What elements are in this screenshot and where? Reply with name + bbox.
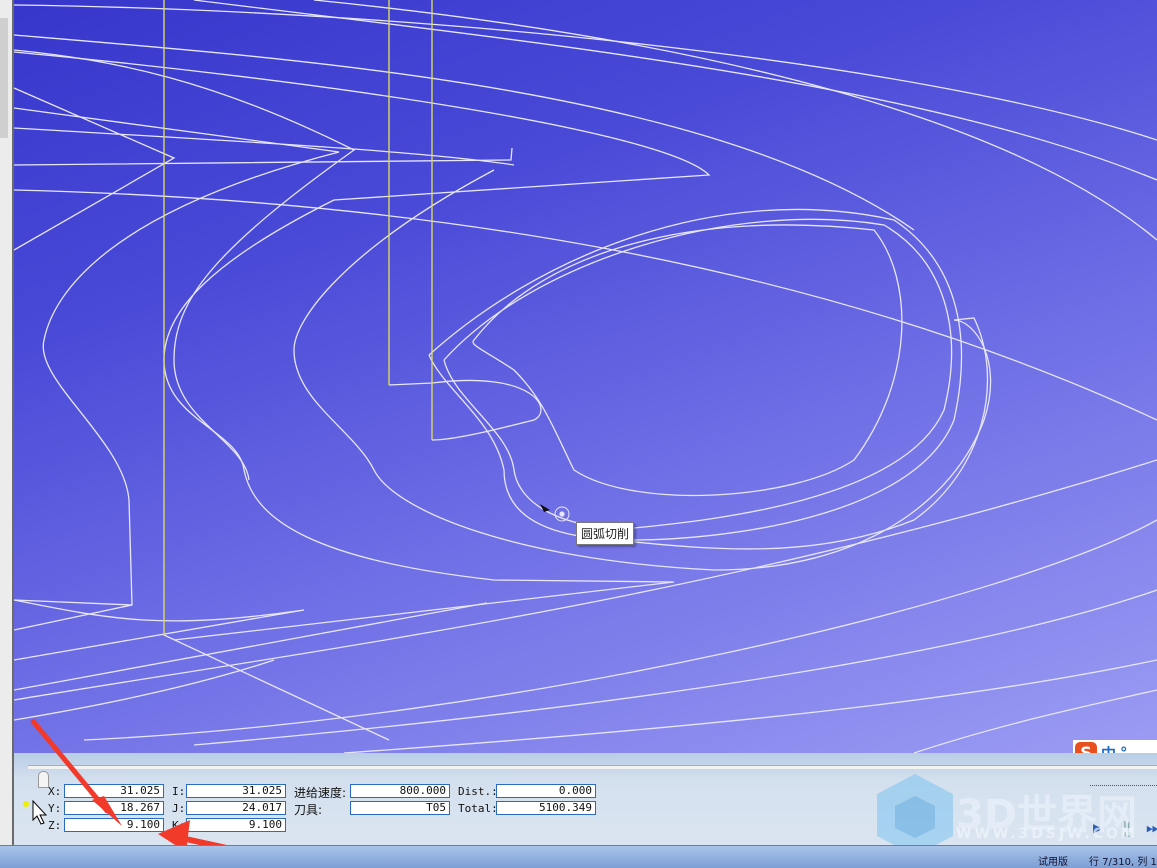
3d-viewport[interactable]: 圆弧切削 [14,0,1157,753]
edition-label: 试用版 [1038,857,1068,868]
status-bar: 试用版 行 7/310, 列 1, 6.8 [0,845,1157,868]
watermark-url: WWW.3DSJW.COM [956,826,1138,842]
total-label: Total: [458,802,498,815]
toolpath-drawing [14,0,1157,753]
total-field: 5100.349 [496,801,596,815]
tooltip-arc-cutting: 圆弧切削 [576,522,635,545]
step-icon[interactable]: ⏭ [1146,818,1157,838]
cursor-position: 行 7/310, 列 1, 6.8 [1089,857,1157,868]
feed-label: 进给速度: [294,786,347,800]
dist-field: 0.000 [496,784,596,798]
tool-label: 刀具: [294,803,323,817]
annotation-arrows [30,718,237,853]
tool-field: T05 [350,801,450,815]
feed-field: 800.000 [350,784,450,798]
left-scrollbar[interactable] [0,18,8,138]
dist-label: Dist.: [458,785,498,798]
